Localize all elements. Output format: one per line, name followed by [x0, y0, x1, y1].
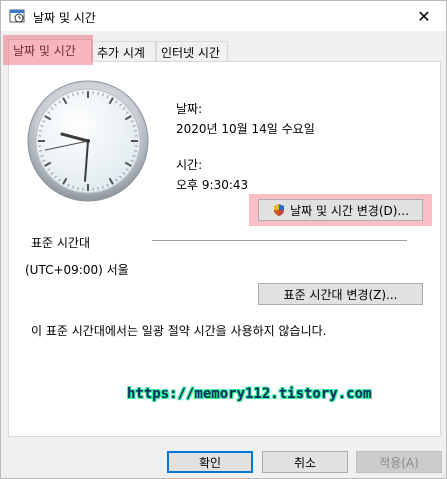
ok-button[interactable]: 확인 [167, 451, 253, 473]
time-label: 시간: [176, 158, 203, 172]
timezone-value: (UTC+09:00) 서울 [25, 263, 129, 277]
date-time-dialog: 날짜 및 시간 ✕ 날짜 및 시간 추가 시계 인터넷 시간 날짜: 2020년… [0, 0, 447, 479]
analog-clock [27, 80, 149, 202]
clock-minute-tick [38, 130, 43, 132]
clock-minute-tick [77, 91, 79, 96]
clock-minute-tick [38, 150, 43, 152]
tab-label: 날짜 및 시간 [13, 44, 76, 58]
timezone-heading: 표준 시간대 [31, 236, 91, 250]
dst-note: 이 표준 시간대에서는 일광 절약 시간을 사용하지 않습니다. [31, 324, 327, 338]
tab-label: 인터넷 시간 [161, 46, 221, 60]
close-icon: ✕ [417, 6, 431, 26]
tab-additional-clocks[interactable]: 추가 시계 [92, 41, 156, 61]
change-date-time-button[interactable]: 날짜 및 시간 변경(D)... [258, 199, 423, 221]
clock-minute-tick [97, 186, 99, 191]
tab-panel: 날짜: 2020년 10월 14일 수요일 시간: 오후 9:30:43 날짜 … [8, 61, 441, 437]
tab-label: 추가 시계 [97, 46, 145, 60]
title-bar: 날짜 및 시간 ✕ [1, 1, 446, 31]
close-button[interactable]: ✕ [402, 1, 446, 31]
ok-label: 확인 [198, 455, 222, 470]
clock-minute-tick [133, 150, 138, 152]
tab-date-time[interactable]: 날짜 및 시간 [8, 39, 92, 62]
tab-internet-time[interactable]: 인터넷 시간 [156, 41, 228, 61]
cancel-label: 취소 [293, 455, 317, 470]
uac-shield-icon [274, 204, 285, 216]
watermark-text: https://memory112.tistory.com [127, 386, 372, 402]
timezone-divider [152, 240, 407, 241]
time-value: 오후 9:30:43 [176, 178, 249, 192]
apply-label: 적용(A) [379, 455, 419, 470]
clock-minute-tick [77, 186, 79, 191]
cancel-button[interactable]: 취소 [262, 451, 348, 473]
clock-app-icon [9, 9, 25, 23]
clock-minute-tick [97, 91, 99, 96]
change-date-time-label: 날짜 및 시간 변경(D)... [290, 203, 409, 218]
change-timezone-label: 표준 시간대 변경(Z)... [283, 287, 398, 302]
window-title: 날짜 및 시간 [33, 11, 96, 25]
date-label: 날짜: [176, 102, 203, 116]
clock-minute-tick [133, 130, 138, 132]
apply-button[interactable]: 적용(A) [356, 451, 442, 473]
change-timezone-button[interactable]: 표준 시간대 변경(Z)... [258, 283, 423, 305]
date-value: 2020년 10월 14일 수요일 [176, 122, 315, 136]
